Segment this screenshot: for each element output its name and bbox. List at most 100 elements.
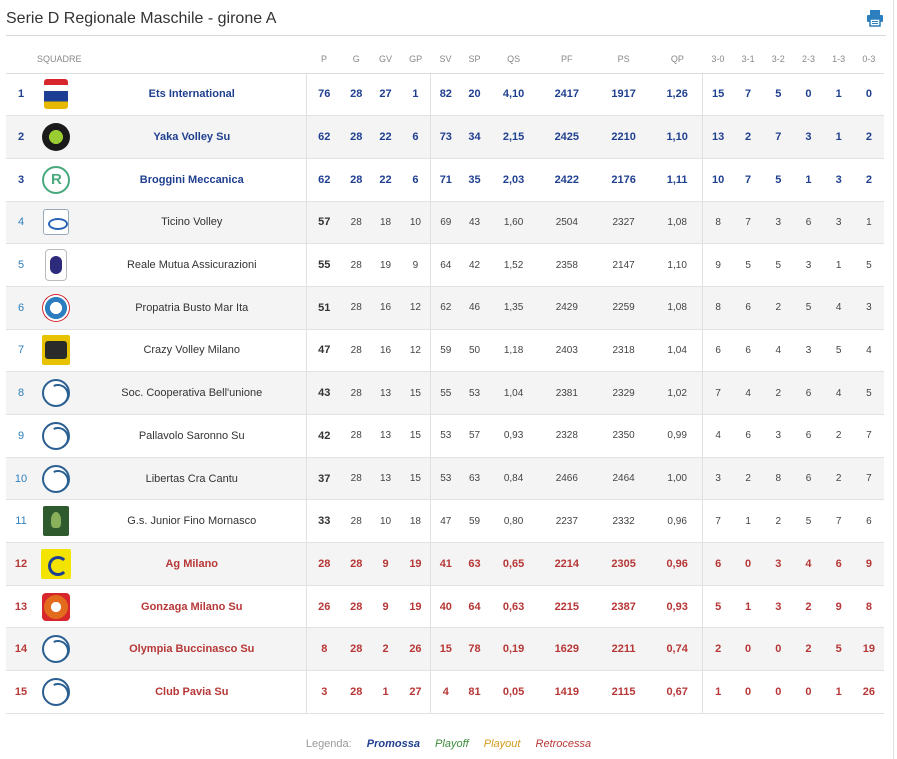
stat-ps: 2210 [595,115,652,159]
stat-sp: 81 [460,670,489,714]
table-row[interactable]: 10 Libertas Cra Cantu 37 28 13 15 53 63 0,84 2466… [6,457,884,501]
table-row[interactable]: 15 Club Pavia Su 3 28 1 27 4 81 0,05 1419 2115 0,67… [6,670,884,714]
team-logo-gs-icon [43,506,69,537]
team-logo-cell [36,243,76,287]
team-name-link[interactable]: G.s. Junior Fino Mornasco [76,499,307,544]
table-row[interactable]: 13 Gonzaga Milano Su 26 28 9 19 40 64 0,63 2215 23… [6,585,884,629]
stat-qs: 1,52 [488,243,539,287]
stat-pf: 2403 [538,329,596,373]
stat-ps: 2115 [595,670,652,714]
team-name-link[interactable]: Libertas Cra Cantu [76,457,307,501]
stat-sp: 42 [460,243,489,287]
stat-3-0: 4 [702,414,734,458]
team-logo-cell [36,457,76,501]
team-name-link[interactable]: Olympia Buccinasco Su [76,627,307,672]
team-name-link[interactable]: Broggini Meccanica [76,158,307,202]
team-logo-ticino-icon [43,209,69,236]
team-logo-yaka-icon [42,123,70,152]
stat-g: 28 [342,329,371,373]
stat-3-0: 3 [702,457,734,501]
stat-gv: 22 [370,115,401,159]
stat-qs: 1,60 [488,201,539,245]
team-name-link[interactable]: Propatria Busto Mar Ita [76,286,307,330]
team-name-link[interactable]: Ag Milano [76,542,307,586]
team-points: 8 [306,627,342,672]
team-points: 33 [306,499,342,544]
stat-ps: 1917 [595,73,652,117]
team-position: 7 [6,329,36,373]
stat-gv: 22 [370,158,401,202]
team-points: 42 [306,414,342,458]
table-row[interactable]: 3Broggini Meccanica622822671352,03242221… [6,158,884,202]
team-position: 1 [6,73,36,117]
stat-0-3: 3 [853,286,884,330]
stat-3-2: 5 [763,73,794,117]
stat-gp: 18 [400,499,431,544]
table-row[interactable]: 14 Olympia Buccinasco Su 8 28 2 26 15 78 0,19 162… [6,627,884,672]
table-row[interactable]: 7 Crazy Volley Milano 47 28 16 12 59 50 1,18 2403… [6,329,884,373]
stat-1-3: 3 [823,201,854,245]
stat-pf: 2381 [538,371,596,415]
stat-0-3: 5 [853,371,884,415]
team-name-link[interactable]: Ticino Volley [76,201,307,245]
table-row[interactable]: 1 Ets International 76 28 27 1 82 20 4,10 2417 191… [6,73,884,117]
stat-g: 28 [342,73,371,117]
legend: Legenda: Promossa Playoff Playout Retroc… [0,738,897,750]
stat-3-1: 6 [733,286,764,330]
stat-sv: 59 [430,329,461,373]
table-row[interactable]: 2 Yaka Volley Su 62 28 22 6 73 34 2,15 2425 2210 1,… [6,115,884,159]
stat-gv: 13 [370,457,401,501]
team-logo-reale-icon [45,249,67,282]
table-row[interactable]: 4 Ticino Volley 57 28 18 10 69 43 1,60 2504 2327 1,… [6,201,884,245]
stat-pf: 2429 [538,286,596,330]
team-points: 47 [306,329,342,373]
table-row[interactable]: 6 Propatria Busto Mar Ita 51 28 16 12 62 46 1,35… [6,286,884,330]
stat-2-3: 6 [793,371,824,415]
print-icon[interactable] [866,9,884,27]
team-name-link[interactable]: Soc. Cooperativa Bell'unione [76,371,307,415]
stat-gv: 9 [370,585,401,629]
stat-ps: 2318 [595,329,652,373]
stat-2-3: 3 [793,115,824,159]
team-name-link[interactable]: Pallavolo Saronno Su [76,414,307,458]
team-position: 2 [6,115,36,159]
team-name-link[interactable]: Crazy Volley Milano [76,329,307,373]
stat-3-1: 2 [733,115,764,159]
stat-2-3: 3 [793,329,824,373]
stat-3-2: 5 [763,243,794,287]
column-header-qs: QS [488,46,539,74]
team-name-link[interactable]: Ets International [76,73,307,117]
stat-1-3: 7 [823,499,854,544]
team-name-link[interactable]: Gonzaga Milano Su [76,585,307,629]
stat-3-0: 13 [702,115,734,159]
team-name-link[interactable]: Reale Mutua Assicurazioni [76,243,307,287]
table-row[interactable]: 12 Ag Milano 28 28 9 19 41 63 0,65 2214 2305 0,96 6 0… [6,542,884,586]
stat-3-0: 7 [702,499,734,544]
stat-pf: 2328 [538,414,596,458]
stat-gv: 2 [370,627,401,672]
stat-qp: 0,99 [651,414,703,458]
team-logo-ets-icon [44,79,68,110]
stat-2-3: 6 [793,457,824,501]
stat-3-2: 4 [763,329,794,373]
team-points: 62 [306,158,342,202]
team-name-link[interactable]: Club Pavia Su [76,670,307,714]
stat-pf: 2237 [538,499,596,544]
team-position: 6 [6,286,36,330]
stat-3-0: 8 [702,201,734,245]
stat-3-2: 5 [763,158,794,202]
stat-gv: 16 [370,286,401,330]
table-row[interactable]: 5 Reale Mutua Assicurazioni 55 28 19 9 64 42 1,5… [6,243,884,287]
team-position: 4 [6,201,36,245]
table-row[interactable]: 9 Pallavolo Saronno Su 42 28 13 15 53 57 0,93 232… [6,414,884,458]
page-header: Serie D Regionale Maschile - girone A [6,0,886,36]
table-row[interactable]: 8 Soc. Cooperativa Bell'unione 43 28 13 15 55 5… [6,371,884,415]
stat-ps: 2147 [595,243,652,287]
stat-3-1: 1 [733,499,764,544]
stat-sv: 73 [430,115,461,159]
stat-2-3: 0 [793,670,824,714]
stat-g: 28 [342,627,371,672]
team-name-link[interactable]: Yaka Volley Su [76,115,307,159]
stat-3-0: 10 [702,158,734,202]
table-row[interactable]: 11 G.s. Junior Fino Mornasco 33 28 10 18 47 59 0… [6,499,884,544]
